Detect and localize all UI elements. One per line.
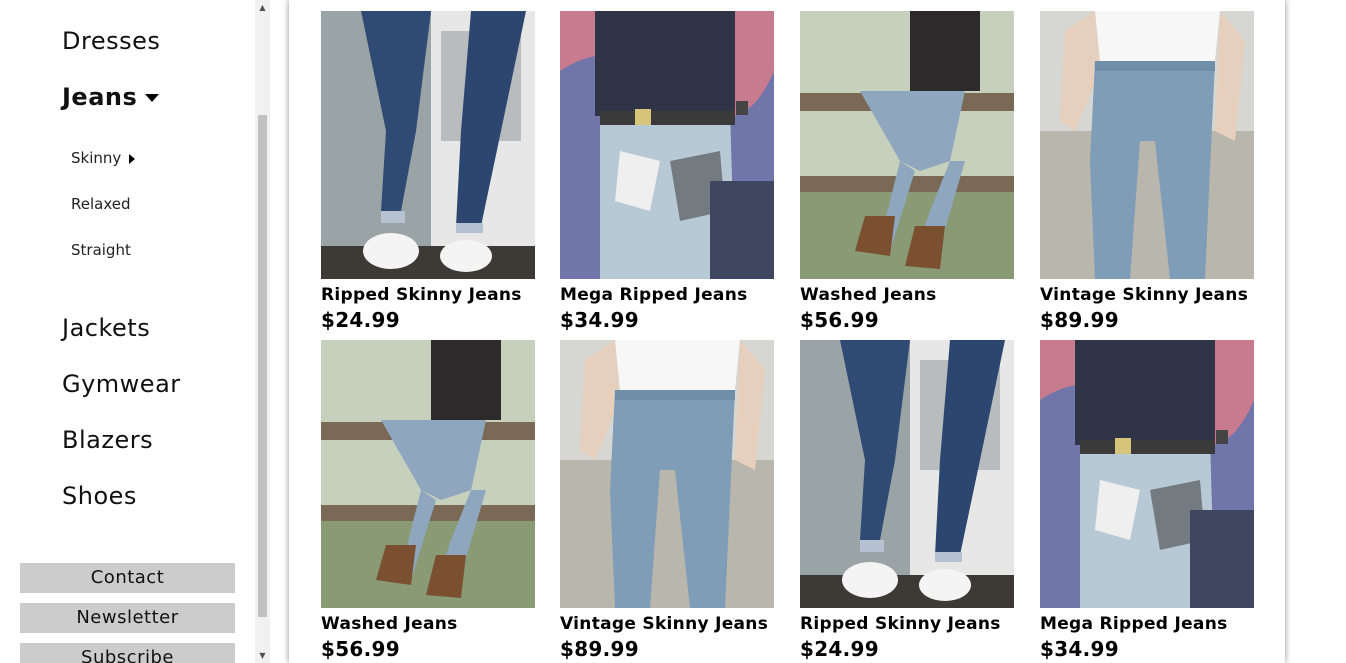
product-name[interactable]: Mega Ripped Jeans <box>1040 614 1254 634</box>
product-name[interactable]: Washed Jeans <box>800 285 1014 305</box>
product-price: $89.99 <box>560 637 639 661</box>
subnav-straight[interactable]: Straight <box>71 241 131 259</box>
caret-right-icon <box>129 153 136 164</box>
product-grid: Ripped Skinny Jeans $24.99 Mega Ripped J… <box>289 0 1285 663</box>
product-image[interactable] <box>800 340 1014 608</box>
subnav-skinny[interactable]: Skinny <box>71 149 136 167</box>
sidebar: Dresses Jeans Skinny Relaxed Straight Ja… <box>0 0 255 663</box>
product-name[interactable]: Mega Ripped Jeans <box>560 285 774 305</box>
product-image[interactable] <box>560 340 774 608</box>
product-name[interactable]: Vintage Skinny Jeans <box>560 614 774 634</box>
product-image[interactable] <box>1040 340 1254 608</box>
nav-dresses[interactable]: Dresses <box>62 27 160 55</box>
product-card[interactable]: Washed Jeans $56.99 <box>800 11 1014 332</box>
sidebar-scrollbar[interactable]: ▲ ▼ <box>255 0 270 663</box>
product-card[interactable]: Mega Ripped Jeans $34.99 <box>1040 340 1254 661</box>
subnav-skinny-label: Skinny <box>71 149 122 167</box>
scroll-up-icon[interactable]: ▲ <box>255 0 270 15</box>
product-image[interactable] <box>1040 11 1254 279</box>
product-price: $89.99 <box>1040 308 1119 332</box>
product-card[interactable]: Vintage Skinny Jeans $89.99 <box>560 340 774 661</box>
product-card[interactable]: Vintage Skinny Jeans $89.99 <box>1040 11 1254 332</box>
product-name[interactable]: Washed Jeans <box>321 614 535 634</box>
nav-gymwear[interactable]: Gymwear <box>62 370 181 398</box>
product-card[interactable]: Mega Ripped Jeans $34.99 <box>560 11 774 332</box>
subnav-relaxed[interactable]: Relaxed <box>71 195 131 213</box>
product-card[interactable]: Ripped Skinny Jeans $24.99 <box>321 11 535 332</box>
subscribe-button[interactable]: Subscribe <box>20 643 235 663</box>
product-card[interactable]: Washed Jeans $56.99 <box>321 340 535 661</box>
nav-jeans-label: Jeans <box>62 83 138 111</box>
product-price: $34.99 <box>1040 637 1119 661</box>
product-card[interactable]: Ripped Skinny Jeans $24.99 <box>800 340 1014 661</box>
product-name[interactable]: Ripped Skinny Jeans <box>321 285 535 305</box>
scrollbar-thumb[interactable] <box>258 115 267 617</box>
product-name[interactable]: Ripped Skinny Jeans <box>800 614 1014 634</box>
nav-jackets[interactable]: Jackets <box>62 314 150 342</box>
product-image[interactable] <box>800 11 1014 279</box>
newsletter-button[interactable]: Newsletter <box>20 603 235 633</box>
nav-shoes[interactable]: Shoes <box>62 482 137 510</box>
nav-jeans[interactable]: Jeans <box>62 83 160 111</box>
nav-blazers[interactable]: Blazers <box>62 426 153 454</box>
product-price: $34.99 <box>560 308 639 332</box>
scroll-down-icon[interactable]: ▼ <box>255 648 270 663</box>
product-image[interactable] <box>560 11 774 279</box>
product-image[interactable] <box>321 11 535 279</box>
product-price: $56.99 <box>800 308 879 332</box>
product-price: $56.99 <box>321 637 400 661</box>
caret-down-icon <box>145 94 160 102</box>
product-image[interactable] <box>321 340 535 608</box>
contact-button[interactable]: Contact <box>20 563 235 593</box>
product-name[interactable]: Vintage Skinny Jeans <box>1040 285 1254 305</box>
product-price: $24.99 <box>321 308 400 332</box>
product-price: $24.99 <box>800 637 879 661</box>
